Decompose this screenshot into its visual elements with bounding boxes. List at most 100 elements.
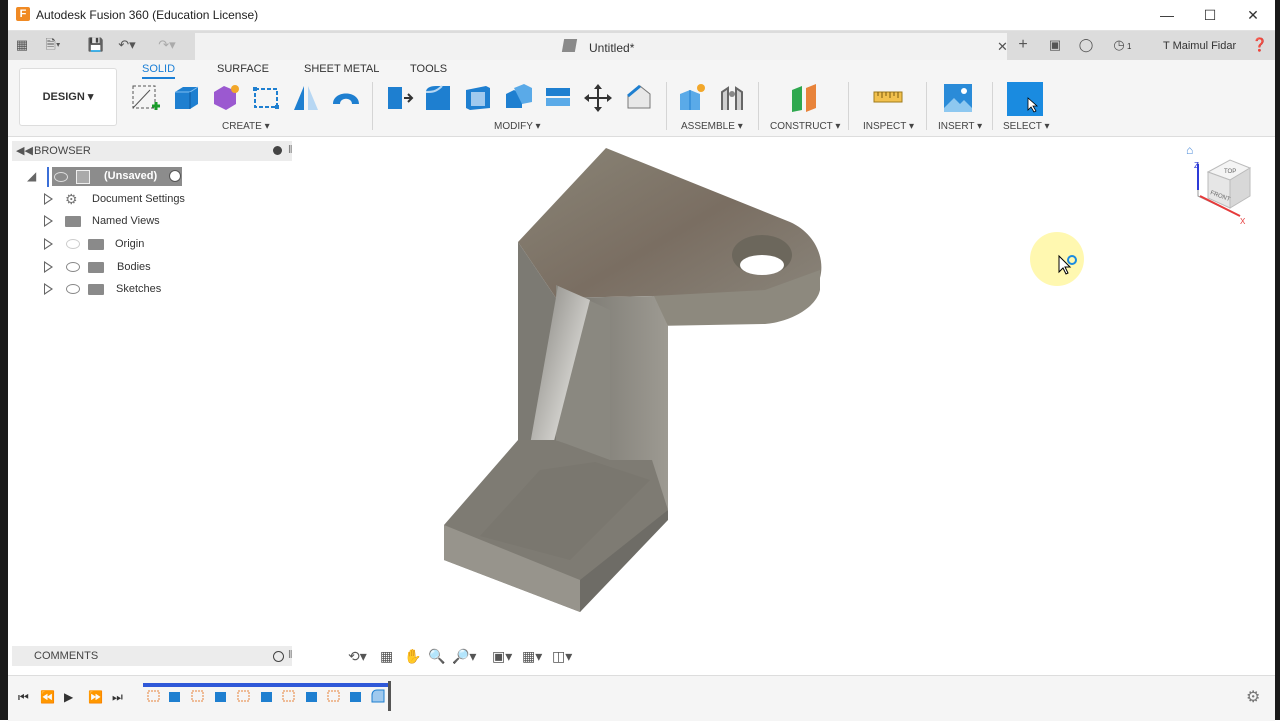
visibility-eye-icon[interactable] (66, 262, 80, 272)
minimize-button[interactable]: — (1152, 6, 1182, 24)
insert-image-icon[interactable] (942, 82, 974, 114)
go-to-start-button[interactable]: ⏮ (18, 690, 29, 705)
offset-plane-icon[interactable] (788, 82, 820, 114)
browser-item-document-settings[interactable]: ⚙ Document Settings (12, 188, 292, 210)
orbit-icon[interactable]: ⟲▾ (348, 648, 367, 665)
tab-surface[interactable]: SURFACE (217, 63, 269, 75)
press-pull-icon[interactable] (382, 82, 414, 114)
browser-root-node[interactable]: ◢ (Unsaved) (12, 166, 292, 188)
play-button[interactable]: ▶ (64, 690, 73, 704)
viewports-icon[interactable]: ◫▾ (552, 648, 572, 665)
offset-face-icon[interactable] (542, 82, 574, 114)
activate-radio-icon[interactable] (169, 170, 181, 182)
expand-arrow-icon[interactable] (44, 261, 53, 273)
panel-resize-icon[interactable]: ‖ (288, 649, 293, 661)
user-account[interactable]: T Maimul Fidar (1163, 40, 1236, 52)
joint-icon[interactable] (716, 82, 748, 114)
maximize-button[interactable]: ☐ (1195, 6, 1225, 24)
create-group-label[interactable]: CREATE ▾ (222, 121, 270, 132)
close-button[interactable]: ✕ (1238, 6, 1268, 24)
new-component-icon[interactable] (676, 82, 708, 114)
insert-group-label[interactable]: INSERT ▾ (938, 121, 982, 132)
comments-panel-header[interactable]: COMMENTS ‖ (12, 646, 293, 666)
browser-panel-header[interactable]: ◀◀ BROWSER ‖ (12, 141, 293, 161)
collapse-triangle-icon[interactable]: ◢ (27, 169, 36, 183)
form-icon[interactable] (210, 82, 242, 114)
workspace-switcher[interactable]: DESIGN ▾ (19, 68, 117, 126)
data-panel-grid-icon[interactable]: ▦ (13, 36, 31, 54)
file-menu-icon[interactable]: 🗎▾ (44, 36, 62, 54)
pin-icon[interactable] (273, 146, 282, 155)
browser-item-bodies[interactable]: Bodies (12, 256, 292, 278)
timeline-fillet-icon[interactable] (371, 689, 385, 703)
browser-item-named-views[interactable]: Named Views (12, 210, 292, 232)
expand-arrow-icon[interactable] (44, 193, 53, 205)
create-sketch-icon[interactable] (130, 82, 162, 114)
redo-icon[interactable]: ↷▾ (158, 36, 176, 54)
add-comment-icon[interactable] (273, 651, 284, 662)
select-tool-button[interactable] (1007, 82, 1043, 116)
fit-icon[interactable]: 🔎▾ (452, 648, 476, 665)
step-back-button[interactable]: ⏪ (40, 690, 55, 704)
display-settings-icon[interactable]: ▣▾ (492, 648, 512, 665)
combine-icon[interactable] (502, 82, 534, 114)
fillet-icon[interactable] (422, 82, 454, 114)
timeline-sketch-icon[interactable] (327, 689, 341, 703)
mirror-icon[interactable] (290, 82, 322, 114)
grid-settings-icon[interactable]: ▦▾ (522, 648, 542, 665)
pan-icon[interactable]: ✋ (404, 648, 421, 665)
pipe-icon[interactable] (330, 82, 362, 114)
step-forward-button[interactable]: ⏩ (88, 690, 103, 704)
timeline-extrude-icon[interactable] (349, 689, 363, 703)
zoom-icon[interactable]: 🔍 (428, 648, 445, 665)
timeline-extrude-icon[interactable] (214, 689, 228, 703)
panel-resize-icon[interactable]: ‖ (288, 144, 293, 156)
hidden-eye-icon[interactable] (66, 239, 80, 249)
move-copy-icon[interactable] (582, 82, 614, 114)
job-status-icon[interactable]: ◯ (1077, 36, 1095, 54)
timeline-extrude-icon[interactable] (305, 689, 319, 703)
timeline-marker[interactable] (388, 681, 391, 711)
expand-arrow-icon[interactable] (44, 215, 53, 227)
assemble-group-label[interactable]: ASSEMBLE ▾ (681, 121, 743, 132)
timeline-settings-gear-icon[interactable]: ⚙ (1246, 687, 1260, 707)
chat-icon[interactable]: ▣ (1046, 36, 1064, 54)
undo-icon[interactable]: ↶▾ (118, 36, 136, 54)
look-at-icon[interactable]: ▦ (380, 648, 393, 665)
delete-face-icon[interactable] (622, 82, 654, 114)
select-group-label[interactable]: SELECT ▾ (1003, 121, 1050, 132)
tab-tools[interactable]: TOOLS (410, 63, 447, 75)
browser-item-sketches[interactable]: Sketches (12, 278, 292, 300)
go-to-end-button[interactable]: ⏭ (112, 690, 123, 705)
close-tab-icon[interactable]: ✕ (997, 39, 1008, 55)
construct-group-label[interactable]: CONSTRUCT ▾ (770, 121, 840, 132)
extrude-icon[interactable] (170, 82, 202, 114)
modify-group-label[interactable]: MODIFY ▾ (494, 121, 541, 132)
timeline-extrude-icon[interactable] (168, 689, 182, 703)
sketch-rectangle-icon[interactable] (250, 82, 282, 114)
help-icon[interactable]: ❓ (1251, 36, 1269, 54)
viewcube[interactable]: TOP FRONT Z X (1190, 150, 1270, 230)
save-icon[interactable]: 💾 (87, 36, 105, 54)
model-body[interactable] (420, 140, 840, 620)
measure-icon[interactable] (872, 82, 904, 114)
timeline-sketch-icon[interactable] (237, 689, 251, 703)
collapse-browser-icon[interactable]: ◀◀ (16, 144, 33, 157)
timeline-sketch-icon[interactable] (282, 689, 296, 703)
expand-arrow-icon[interactable] (44, 238, 53, 250)
visibility-eye-icon[interactable] (66, 284, 80, 294)
document-tab[interactable]: Untitled* ✕ (195, 33, 1008, 60)
timeline-sketch-icon[interactable] (147, 689, 161, 703)
new-tab-icon[interactable]: + (1014, 36, 1032, 54)
timeline-track[interactable] (143, 683, 389, 687)
browser-item-origin[interactable]: Origin (12, 233, 292, 255)
visibility-eye-icon[interactable] (54, 172, 68, 182)
tab-sheet-metal[interactable]: SHEET METAL (304, 63, 379, 75)
inspect-group-label[interactable]: INSPECT ▾ (863, 121, 914, 132)
notifications-icon[interactable]: ◷ (1110, 36, 1128, 54)
tab-solid[interactable]: SOLID (142, 63, 176, 79)
expand-arrow-icon[interactable] (44, 283, 53, 295)
timeline-extrude-icon[interactable] (260, 689, 274, 703)
shell-icon[interactable] (462, 82, 494, 114)
timeline-sketch-icon[interactable] (191, 689, 205, 703)
